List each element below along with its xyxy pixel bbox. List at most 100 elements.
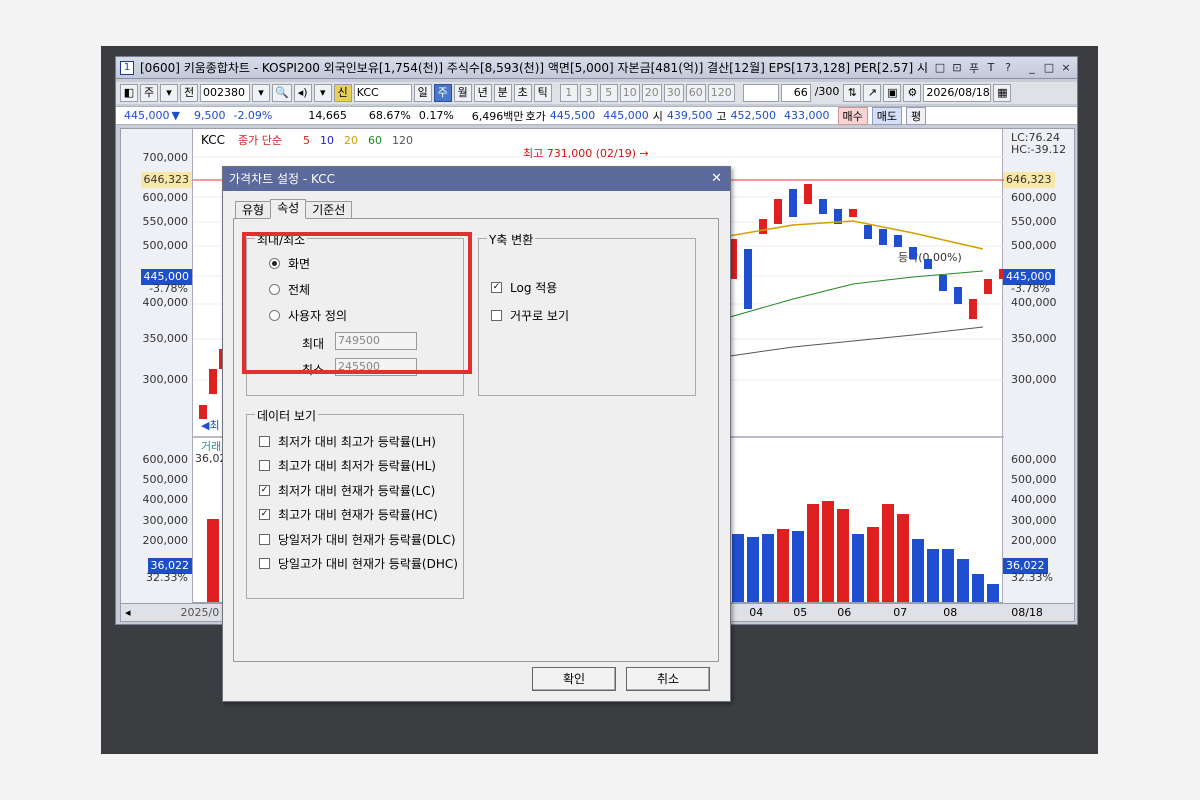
current-pct-tag: -3.78% — [149, 282, 188, 295]
stock-name-field[interactable]: KCC — [353, 84, 412, 102]
scroll-left-icon[interactable]: ◂ — [125, 606, 131, 619]
count-input[interactable]: 66 — [780, 84, 811, 102]
window-layout-icon[interactable]: □ — [933, 61, 947, 74]
font-icon[interactable]: T — [984, 61, 998, 74]
open-label: 시 — [652, 109, 663, 123]
candle — [879, 229, 887, 245]
candle — [759, 219, 767, 234]
tab-properties[interactable]: 속성 — [270, 199, 307, 219]
code-dropdown-icon[interactable]: ▾ — [252, 84, 270, 102]
buy-button[interactable]: 매수 — [837, 106, 868, 125]
tick-label: 600,000 — [1011, 191, 1057, 204]
volume-bar — [207, 519, 219, 602]
stock-code-input[interactable]: 002380 — [200, 84, 250, 102]
interval-60-button[interactable]: 60 — [685, 84, 706, 102]
candle — [804, 184, 812, 204]
volume-pct: 32.33% — [146, 571, 188, 584]
save-icon[interactable]: ▣ — [883, 84, 902, 102]
checkbox-box[interactable] — [259, 558, 270, 569]
ma-period-label: 20 — [344, 134, 358, 147]
credit-badge[interactable]: 신 — [333, 84, 352, 102]
data-item-dlc[interactable]: 당일저가 대비 현재가 등락률(DLC) — [259, 531, 456, 548]
menu-icon[interactable]: ◧ — [120, 84, 138, 102]
volume-tick: 500,000 — [142, 473, 189, 486]
ma-period-label: 5 — [303, 134, 310, 147]
interval-20-button[interactable]: 20 — [641, 84, 662, 102]
interval-10-button[interactable]: 10 — [619, 84, 640, 102]
high-price: 452,500 — [730, 109, 777, 122]
interval-120-button[interactable]: 120 — [707, 84, 735, 102]
avg-button[interactable]: 평 — [906, 106, 927, 125]
interval-custom-input[interactable] — [742, 84, 779, 102]
window-titlebar[interactable]: 1 [0600] 키움종합차트 - KOSPI200 외국인보유[1,754(천… — [116, 57, 1077, 79]
interval-30-button[interactable]: 30 — [663, 84, 684, 102]
current-line-tag: 646,323 — [140, 172, 192, 188]
checkbox-box[interactable]: ✓ — [259, 485, 270, 496]
checkbox-box[interactable] — [259, 534, 270, 545]
checkbox-box[interactable] — [259, 436, 270, 447]
period-year-button[interactable]: 년 — [473, 84, 492, 102]
period-day-button[interactable]: 일 — [413, 84, 432, 102]
search-icon[interactable]: 🔍 — [272, 84, 292, 102]
interval-5-button[interactable]: 5 — [599, 84, 618, 102]
minimize-icon[interactable]: _ — [1025, 61, 1039, 74]
tab-type[interactable]: 유형 — [235, 201, 272, 219]
checkbox-box[interactable]: ✓ — [491, 282, 502, 293]
volume-bar — [912, 539, 924, 602]
period-week-button[interactable]: 주 — [433, 84, 452, 102]
candle — [789, 189, 797, 217]
period-minute-button[interactable]: 분 — [493, 84, 512, 102]
data-item-lh[interactable]: 최저가 대비 최고가 등락률(LH) — [259, 433, 436, 450]
maximize-icon[interactable]: □ — [1042, 61, 1056, 74]
data-item-hl[interactable]: 최고가 대비 최저가 등락률(HL) — [259, 457, 436, 474]
candle — [984, 279, 992, 294]
data-item-lc[interactable]: ✓ 최저가 대비 현재가 등락률(LC) — [259, 482, 435, 499]
interval-3-button[interactable]: 3 — [579, 84, 598, 102]
speaker-dropdown-icon[interactable]: ▾ — [313, 84, 332, 102]
period-month-button[interactable]: 월 — [453, 84, 472, 102]
scope-button[interactable]: 전 — [180, 84, 198, 102]
data-view-group: 데이터 보기 최저가 대비 최고가 등락률(LH) 최고가 대비 최저가 등락률… — [246, 407, 464, 599]
candle — [909, 247, 917, 259]
dialog-titlebar[interactable]: 가격차트 설정 - KCC ✕ — [223, 167, 730, 191]
checkbox-box[interactable] — [259, 460, 270, 471]
pin-icon[interactable]: 푸 — [967, 60, 981, 76]
date-input[interactable]: 2026/08/18 — [923, 84, 992, 102]
x-label: 08 — [943, 606, 958, 619]
window-number-badge: 1 — [120, 60, 134, 75]
speaker-icon[interactable]: ◂) — [293, 84, 312, 102]
chevron-down-icon[interactable]: ▾ — [160, 84, 178, 102]
tick-label: 300,000 — [142, 373, 189, 386]
close-icon[interactable]: × — [1059, 61, 1073, 74]
gear-icon[interactable]: ⚙ — [903, 84, 922, 102]
period-select[interactable]: 주 — [140, 84, 158, 102]
volume-tick: 300,000 — [142, 514, 189, 527]
draw-tool-icon[interactable]: ↗ — [863, 84, 882, 102]
period-tick-button[interactable]: 틱 — [533, 84, 552, 102]
close-icon[interactable]: ✕ — [711, 167, 722, 191]
ask-label: 호가 — [525, 109, 546, 123]
window-restore-icon[interactable]: ⊡ — [950, 61, 964, 74]
checkbox-box[interactable] — [491, 310, 502, 321]
calendar-icon[interactable]: ▦ — [993, 84, 1012, 102]
price-change: 9,500 — [193, 109, 226, 122]
data-item-dhc[interactable]: 당일고가 대비 현재가 등락률(DHC) — [259, 555, 458, 572]
down-arrow-icon: ▼ — [171, 109, 180, 122]
log-checkbox[interactable]: ✓ Log 적용 — [491, 279, 557, 296]
indicator-icon[interactable]: ⇅ — [843, 84, 862, 102]
tick-label: 400,000 — [1011, 296, 1057, 309]
tick-label: 550,000 — [142, 215, 189, 228]
open-price: 439,500 — [666, 109, 713, 122]
tab-baseline[interactable]: 기준선 — [305, 201, 353, 219]
data-item-hc[interactable]: ✓ 최고가 대비 현재가 등락률(HC) — [259, 506, 438, 523]
interval-1-button[interactable]: 1 — [559, 84, 578, 102]
ok-button[interactable]: 확인 — [532, 667, 616, 691]
period-second-button[interactable]: 초 — [513, 84, 532, 102]
candle — [819, 199, 827, 214]
checkbox-box[interactable]: ✓ — [259, 509, 270, 520]
sell-button[interactable]: 매도 — [871, 106, 903, 125]
help-icon[interactable]: ? — [1001, 61, 1015, 74]
cancel-button[interactable]: 취소 — [626, 667, 710, 691]
reverse-checkbox[interactable]: 거꾸로 보기 — [491, 307, 569, 324]
dialog-tabs: 유형 속성 기준선 — [235, 199, 353, 219]
